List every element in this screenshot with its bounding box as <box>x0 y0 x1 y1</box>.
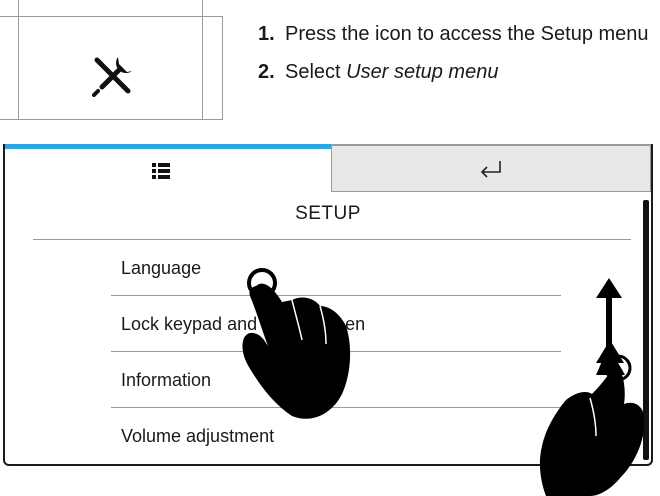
tap-hand-icon <box>242 268 351 419</box>
scroll-hand-icon <box>539 365 645 496</box>
scroll-arrows-icon <box>596 278 632 382</box>
gesture-overlay <box>242 268 645 496</box>
